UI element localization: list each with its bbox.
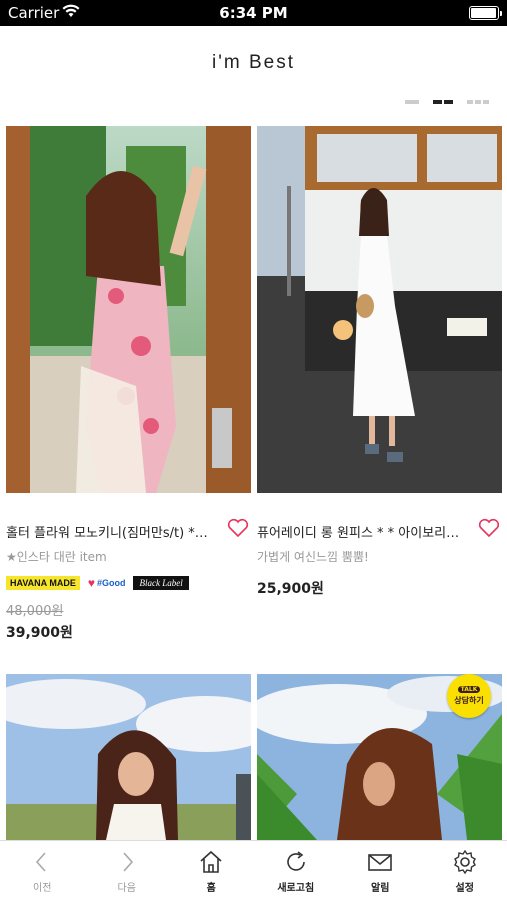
three-column-view-icon[interactable] bbox=[467, 100, 489, 104]
original-price: 48,000원 bbox=[6, 604, 64, 619]
product-name[interactable]: 홀터 플라워 모노키니(짐머만s/t) *… bbox=[6, 522, 216, 541]
bottom-nav: 이전 다음 홈 새로고침 알림 설정 bbox=[0, 840, 507, 900]
nav-home-button[interactable]: 홈 bbox=[169, 841, 254, 900]
battery-icon bbox=[469, 6, 502, 20]
chevron-left-icon bbox=[36, 852, 46, 872]
nav-settings-button[interactable]: 설정 bbox=[423, 841, 507, 900]
kakao-talk-consult-button[interactable]: TALK 상담하기 bbox=[447, 674, 491, 718]
chevron-right-icon bbox=[123, 852, 133, 872]
nav-prev-label: 이전 bbox=[33, 883, 52, 894]
sale-price: 39,900원 bbox=[6, 625, 73, 641]
black-label-badge: Black Label bbox=[133, 576, 189, 590]
nav-refresh-label: 새로고침 bbox=[277, 883, 315, 894]
product-photo[interactable] bbox=[6, 126, 251, 493]
clock: 6:34 PM bbox=[219, 4, 288, 22]
refresh-icon bbox=[286, 851, 305, 871]
talk-label: 상담하기 bbox=[454, 696, 484, 705]
view-mode-toggle bbox=[405, 100, 489, 104]
product-description: ★인스타 대란 item bbox=[6, 550, 107, 564]
product-photo[interactable] bbox=[6, 674, 251, 840]
envelope-icon bbox=[368, 854, 393, 871]
havana-made-badge: HAVANA MADE bbox=[6, 576, 80, 590]
page-title: i'm Best bbox=[212, 52, 295, 73]
product-description: 가볍게 여신느낌 뿜뿜! bbox=[257, 550, 369, 564]
home-icon bbox=[200, 850, 222, 873]
product-name[interactable]: 퓨어레이디 롱 원피스 * * 아이보리… bbox=[257, 522, 467, 541]
gear-icon bbox=[453, 849, 476, 875]
good-badge: ♥ #Good bbox=[88, 576, 126, 590]
talk-icon: TALK bbox=[457, 686, 481, 693]
product-badges: HAVANA MADE ♥ #Good Black Label bbox=[6, 576, 189, 590]
heart-icon: ♥ bbox=[87, 576, 95, 590]
wishlist-heart-icon[interactable] bbox=[227, 518, 249, 538]
wishlist-heart-icon[interactable] bbox=[478, 518, 500, 538]
product-photo[interactable] bbox=[257, 126, 502, 493]
single-column-view-icon[interactable] bbox=[405, 100, 419, 104]
nav-refresh-button[interactable]: 새로고침 bbox=[254, 841, 339, 900]
nav-home-label: 홈 bbox=[206, 883, 216, 894]
sale-price: 25,900원 bbox=[257, 581, 324, 597]
nav-next-button[interactable]: 다음 bbox=[85, 841, 170, 900]
good-badge-label: #Good bbox=[96, 578, 126, 588]
nav-notifications-button[interactable]: 알림 bbox=[338, 841, 423, 900]
nav-notifications-label: 알림 bbox=[371, 883, 390, 894]
nav-next-label: 다음 bbox=[117, 883, 136, 894]
nav-prev-button[interactable]: 이전 bbox=[0, 841, 85, 900]
nav-settings-label: 설정 bbox=[455, 883, 474, 894]
status-bar: Carrier 6:34 PM bbox=[0, 0, 507, 26]
two-column-view-icon[interactable] bbox=[433, 100, 453, 104]
